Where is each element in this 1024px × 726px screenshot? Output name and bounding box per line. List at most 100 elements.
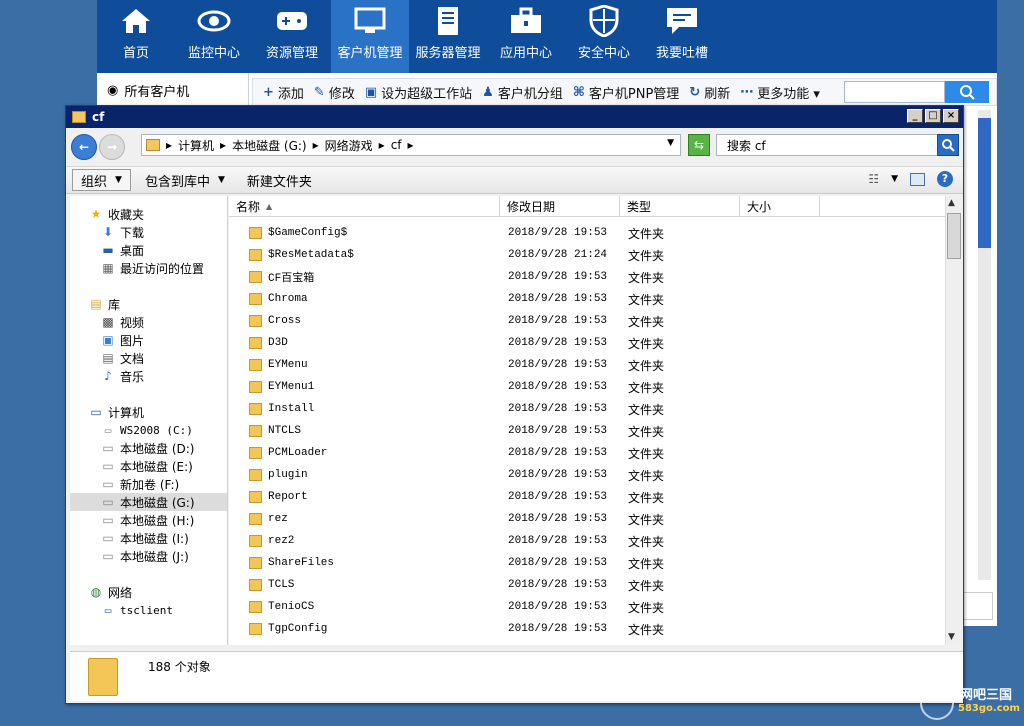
nav-drive-d[interactable]: ▭ 本地磁盘 (D:) xyxy=(70,439,227,457)
nav-libraries[interactable]: ▤ 库 xyxy=(70,295,227,313)
nav-drive-c[interactable]: ▭ WS2008 (C:) xyxy=(70,421,227,439)
nav-recent[interactable]: ▦ 最近访问的位置 xyxy=(70,259,227,277)
nav-drive-g[interactable]: ▭ 本地磁盘 (G:) xyxy=(70,493,227,511)
maximize-button[interactable]: □ xyxy=(925,109,941,123)
file-row[interactable]: rez 2018/9/28 19:53 文件夹 xyxy=(229,508,945,530)
nav-home[interactable]: 首页 xyxy=(97,0,175,73)
nav-favorites[interactable]: ★ 收藏夹 xyxy=(70,205,227,223)
nav-drive-i[interactable]: ▭ 本地磁盘 (I:) xyxy=(70,529,227,547)
nav-drive-e[interactable]: ▭ 本地磁盘 (E:) xyxy=(70,457,227,475)
edit-button[interactable]: ✎ 修改 xyxy=(314,83,355,102)
client-search-input[interactable] xyxy=(844,81,945,103)
file-row[interactable]: EYMenu1 2018/9/28 19:53 文件夹 xyxy=(229,376,945,398)
column-name[interactable]: 名称 ▲ xyxy=(229,196,500,217)
column-date[interactable]: 修改日期 xyxy=(500,196,620,217)
organize-button[interactable]: 组织 ▼ xyxy=(72,169,131,191)
nav-drive-f[interactable]: ▭ 新加卷 (F:) xyxy=(70,475,227,493)
nav-videos[interactable]: ▩ 视频 xyxy=(70,313,227,331)
title-bar[interactable]: cf _ □ × xyxy=(66,106,963,128)
client-search-button[interactable] xyxy=(945,81,989,103)
file-row[interactable]: ShareFiles 2018/9/28 19:53 文件夹 xyxy=(229,552,945,574)
new-folder-button[interactable]: 新建文件夹 xyxy=(239,169,320,191)
search-placeholder: 搜索 cf xyxy=(727,138,766,153)
column-type[interactable]: 类型 xyxy=(620,196,740,217)
file-row[interactable]: EYMenu 2018/9/28 19:53 文件夹 xyxy=(229,354,945,376)
nav-resources[interactable]: 资源管理 xyxy=(253,0,331,73)
nav-monitor[interactable]: 监控中心 xyxy=(175,0,253,73)
view-details-icon[interactable]: ☷ xyxy=(868,172,879,186)
nav-tsclient[interactable]: ▭ tsclient xyxy=(70,601,227,619)
file-name: EYMenu xyxy=(268,359,308,371)
nav-downloads[interactable]: ⬇ 下载 xyxy=(70,223,227,241)
chevron-down-icon[interactable]: ▼ xyxy=(667,138,674,148)
chevron-down-icon[interactable]: ▼ xyxy=(891,174,898,184)
refresh-button[interactable]: ⇆ xyxy=(688,134,710,156)
drive-icon: ▭ xyxy=(102,531,114,545)
back-button[interactable]: ← xyxy=(71,134,97,160)
folder-icon xyxy=(249,403,262,415)
file-row[interactable]: Chroma 2018/9/28 19:53 文件夹 xyxy=(229,288,945,310)
nav-feedback[interactable]: 我要吐槽 xyxy=(643,0,721,73)
file-row[interactable]: PCMLoader 2018/9/28 19:53 文件夹 xyxy=(229,442,945,464)
breadcrumb-drive[interactable]: 本地磁盘 (G:) xyxy=(232,137,307,154)
file-row[interactable]: rez2 2018/9/28 19:53 文件夹 xyxy=(229,530,945,552)
scroll-down-icon[interactable]: ▼ xyxy=(948,632,955,642)
breadcrumb-cf[interactable]: cf xyxy=(391,138,402,152)
search-button[interactable] xyxy=(937,134,959,156)
scroll-thumb[interactable] xyxy=(947,213,961,259)
pnp-manage-button[interactable]: ⌘ 客户机PNP管理 xyxy=(573,83,679,102)
nav-desktop[interactable]: ▬ 桌面 xyxy=(70,241,227,259)
file-row[interactable]: Cross 2018/9/28 19:53 文件夹 xyxy=(229,310,945,332)
file-row[interactable]: TenioCS 2018/9/28 19:53 文件夹 xyxy=(229,596,945,618)
file-row[interactable]: TgpConfig 2018/9/28 19:53 文件夹 xyxy=(229,618,945,640)
forward-button[interactable]: → xyxy=(99,134,125,160)
nav-client-manage[interactable]: 客户机管理 xyxy=(331,0,409,73)
file-row[interactable]: CF百宝箱 2018/9/28 19:53 文件夹 xyxy=(229,266,945,288)
nav-app-center[interactable]: 应用中心 xyxy=(487,0,565,73)
column-size[interactable]: 大小 xyxy=(740,196,820,217)
search-input[interactable]: 搜索 cf xyxy=(716,134,938,156)
file-row[interactable]: $GameConfig$ 2018/9/28 19:53 文件夹 xyxy=(229,222,945,244)
more-functions-button[interactable]: ⋯ 更多功能 ▾ xyxy=(740,83,820,102)
file-row[interactable]: $ResMetadata$ 2018/9/28 21:24 文件夹 xyxy=(229,244,945,266)
nav-drive-h[interactable]: ▭ 本地磁盘 (H:) xyxy=(70,511,227,529)
minimize-button[interactable]: _ xyxy=(907,109,923,123)
nav-documents[interactable]: ▤ 文档 xyxy=(70,349,227,367)
file-row[interactable]: D3D 2018/9/28 19:53 文件夹 xyxy=(229,332,945,354)
preview-pane-icon[interactable] xyxy=(910,172,925,186)
drive-icon: ▭ xyxy=(102,459,114,473)
client-group-button[interactable]: ♟ 客户机分组 xyxy=(482,83,563,102)
file-row[interactable]: Install 2018/9/28 19:53 文件夹 xyxy=(229,398,945,420)
refresh-button[interactable]: ↻ 刷新 xyxy=(689,83,730,102)
breadcrumb-computer[interactable]: 计算机 xyxy=(178,137,214,154)
super-workstation-button[interactable]: ▣ 设为超级工作站 xyxy=(365,83,472,102)
scroll-up-icon[interactable]: ▲ xyxy=(948,198,955,208)
file-name: rez xyxy=(268,513,288,525)
nav-pictures[interactable]: ▣ 图片 xyxy=(70,331,227,349)
file-list-scrollbar[interactable]: ▲ ▼ xyxy=(945,196,962,645)
add-button[interactable]: + 添加 xyxy=(263,83,304,102)
nav-computer[interactable]: ▭ 计算机 xyxy=(70,403,227,421)
nav-music[interactable]: ♪ 音乐 xyxy=(70,367,227,385)
organize-label: 组织 xyxy=(81,174,108,190)
file-row[interactable]: TCLS 2018/9/28 19:53 文件夹 xyxy=(229,574,945,596)
nav-network[interactable]: ◍ 网络 xyxy=(70,583,227,601)
breadcrumb-games[interactable]: 网络游戏 xyxy=(325,137,373,154)
address-bar[interactable]: ▸ 计算机 ▸ 本地磁盘 (G:) ▸ 网络游戏 ▸ cf ▸ ▼ xyxy=(141,134,681,156)
nav-drive-j[interactable]: ▭ 本地磁盘 (J:) xyxy=(70,547,227,565)
file-name: TCLS xyxy=(268,579,295,591)
close-button[interactable]: × xyxy=(943,109,959,123)
file-row[interactable]: NTCLS 2018/9/28 19:53 文件夹 xyxy=(229,420,945,442)
all-clients-item[interactable]: ◉ 所有客户机 xyxy=(97,73,248,107)
file-date: 2018/9/28 19:53 xyxy=(508,293,608,305)
file-type: 文件夹 xyxy=(628,622,665,637)
include-library-button[interactable]: 包含到库中 ▼ xyxy=(137,169,233,191)
client-list-scroll-thumb[interactable] xyxy=(978,118,991,248)
nav-security[interactable]: 安全中心 xyxy=(565,0,643,73)
file-name: rez2 xyxy=(268,535,295,547)
file-row[interactable]: plugin 2018/9/28 19:53 文件夹 xyxy=(229,464,945,486)
help-icon[interactable]: ? xyxy=(937,171,953,187)
nav-server-manage[interactable]: 服务器管理 xyxy=(409,0,487,73)
file-rows: $GameConfig$ 2018/9/28 19:53 文件夹 $ResMetada… xyxy=(229,222,945,640)
file-row[interactable]: Report 2018/9/28 19:53 文件夹 xyxy=(229,486,945,508)
